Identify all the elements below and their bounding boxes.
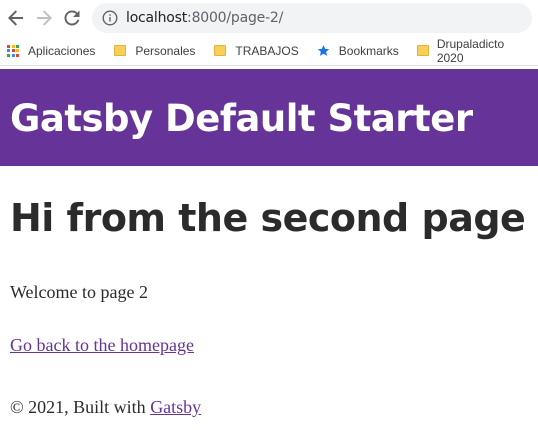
- arrow-left-icon: [8, 10, 23, 26]
- folder-icon: [416, 44, 429, 58]
- bookmark-personales[interactable]: Personales: [113, 44, 195, 58]
- browser-toolbar: localhost:8000/page-2/: [0, 0, 538, 36]
- reload-button[interactable]: [60, 6, 84, 30]
- address-bar[interactable]: localhost:8000/page-2/: [92, 3, 532, 33]
- star-icon: [317, 44, 331, 58]
- folder-icon: [213, 44, 227, 58]
- back-link-paragraph: Go back to the homepage: [10, 335, 194, 356]
- folder-icon: [113, 44, 127, 58]
- url-text[interactable]: localhost:8000/page-2/: [126, 10, 283, 26]
- back-to-home-link[interactable]: Go back to the homepage: [10, 335, 194, 355]
- bookmark-drupaladicto[interactable]: Drupaladicto 2020: [416, 36, 520, 65]
- browser-chrome: localhost:8000/page-2/ Aplicaciones Pers…: [0, 0, 538, 66]
- url-host: localhost: [126, 10, 188, 26]
- bookmark-apps[interactable]: Aplicaciones: [6, 44, 95, 58]
- info-icon[interactable]: [102, 10, 118, 26]
- reload-icon: [64, 10, 80, 26]
- gatsby-link[interactable]: Gatsby: [150, 397, 201, 417]
- bookmark-bookmarks[interactable]: Bookmarks: [317, 44, 399, 58]
- footer: © 2021, Built with Gatsby: [10, 397, 201, 418]
- url-path: :8000/page-2/: [187, 10, 284, 26]
- site-title-link[interactable]: Gatsby Default Starter: [10, 95, 473, 143]
- bookmarks-bar: Aplicaciones Personales TRABAJOS Bookmar…: [0, 36, 538, 66]
- page-title: Hi from the second page: [10, 196, 526, 240]
- bookmark-trabajos[interactable]: TRABAJOS: [213, 43, 299, 58]
- bookmark-label: TRABAJOS: [235, 43, 299, 58]
- back-button[interactable]: [4, 6, 28, 30]
- footer-text: © 2021, Built with: [10, 397, 151, 417]
- bookmark-label: Bookmarks: [338, 43, 399, 58]
- apps-grid-icon: [6, 44, 20, 58]
- forward-button[interactable]: [32, 6, 56, 30]
- welcome-text: Welcome to page 2: [10, 282, 148, 302]
- arrow-right-icon: [37, 10, 52, 26]
- bookmark-label: Aplicaciones: [28, 43, 96, 58]
- bookmark-label: Personales: [135, 43, 196, 58]
- site-header: Gatsby Default Starter: [0, 69, 538, 166]
- bookmark-label: Drupaladicto 2020: [436, 36, 505, 65]
